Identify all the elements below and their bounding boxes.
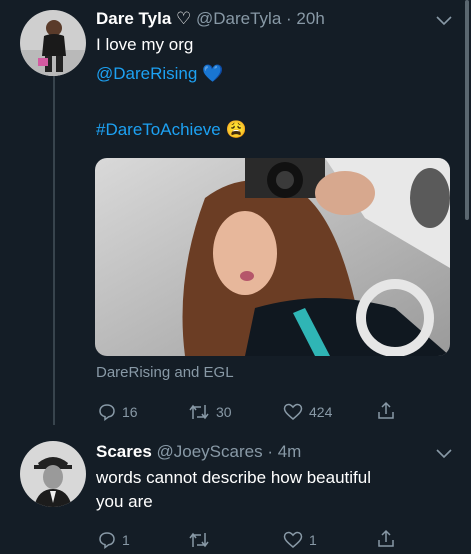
thread-line: [53, 75, 55, 425]
avatar-dare-tyla[interactable]: [20, 10, 86, 76]
like-icon: [283, 403, 303, 420]
tweet-text: words cannot describe how beautiful: [96, 468, 371, 487]
hashtag-line: #DareToAchieve 😩: [96, 118, 247, 142]
tweet-text: you are: [96, 492, 153, 511]
share-button[interactable]: [376, 401, 396, 421]
share-icon: [378, 529, 394, 547]
tweet-header: Scares @JoeyScares · 4m: [96, 442, 302, 461]
user-handle[interactable]: @DareTyla: [196, 9, 281, 28]
mention-link[interactable]: @DareRising: [96, 64, 197, 83]
hashtag-link[interactable]: #DareToAchieve: [96, 120, 221, 139]
blue-heart-emoji: 💙: [202, 64, 224, 83]
like-icon: [283, 531, 303, 548]
share-icon: [378, 401, 394, 419]
like-button[interactable]: 1: [283, 531, 317, 549]
share-button[interactable]: [376, 529, 396, 549]
like-button[interactable]: 424: [283, 403, 332, 421]
reply-button[interactable]: 1: [98, 531, 130, 549]
scrollbar[interactable]: [465, 0, 469, 220]
display-name[interactable]: Scares: [96, 442, 152, 461]
name-heart-emoji: ♡: [176, 9, 192, 28]
tweet-header: Dare Tyla ♡ @DareTyla · 20h: [96, 9, 325, 28]
like-count: 1: [309, 532, 317, 548]
retweet-icon: [189, 532, 209, 548]
reply-icon: [99, 404, 115, 421]
avatar-scares[interactable]: [20, 441, 86, 507]
retweet-button[interactable]: 30: [188, 403, 232, 421]
display-name[interactable]: Dare Tyla: [96, 9, 171, 28]
reply-icon: [99, 532, 115, 549]
retweet-count: 30: [216, 404, 232, 420]
reply-count: 16: [122, 404, 138, 420]
tweet-text: I love my org: [96, 35, 194, 54]
retweet-icon: [189, 404, 209, 420]
tweet-photo[interactable]: [95, 158, 450, 356]
weary-face-emoji: 😩: [225, 120, 247, 139]
reply-button[interactable]: 16: [98, 403, 138, 421]
media-caption: DareRising and EGL: [96, 364, 234, 381]
timestamp[interactable]: 20h: [296, 9, 324, 28]
user-handle[interactable]: @JoeyScares: [157, 442, 263, 461]
reply-count: 1: [122, 532, 130, 548]
chevron-down-icon[interactable]: [436, 449, 452, 459]
like-count: 424: [309, 404, 333, 420]
retweet-button[interactable]: [188, 531, 216, 549]
timestamp[interactable]: 4m: [278, 442, 302, 461]
chevron-down-icon[interactable]: [436, 16, 452, 26]
mention-line: @DareRising 💙: [96, 62, 223, 86]
